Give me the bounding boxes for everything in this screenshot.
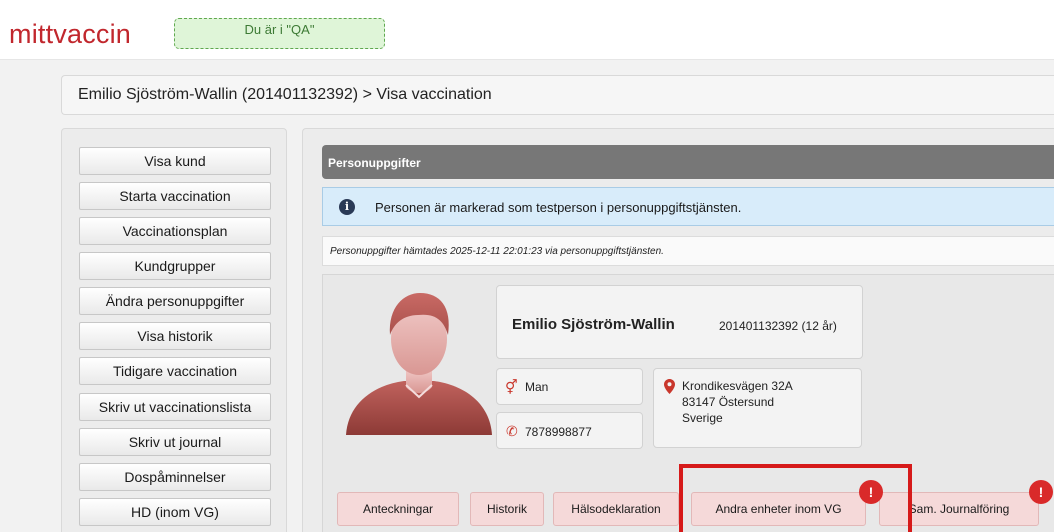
gender-icon: ⚥ bbox=[505, 379, 518, 395]
address-country: Sverige bbox=[682, 411, 723, 425]
avatar bbox=[346, 293, 492, 435]
address-line1: Krondikesvägen 32A bbox=[682, 379, 793, 393]
andra-personuppgifter-button[interactable]: Ändra personuppgifter bbox=[79, 287, 271, 315]
tab-halsodeklaration[interactable]: Hälsodeklaration bbox=[553, 492, 679, 526]
starta-vaccination-button[interactable]: Starta vaccination bbox=[79, 182, 271, 210]
gender-value: Man bbox=[525, 380, 549, 394]
gender-box: ⚥ Man bbox=[496, 368, 643, 405]
highlight-frame bbox=[679, 464, 912, 532]
tab-anteckningar[interactable]: Anteckningar bbox=[337, 492, 459, 526]
phone-icon: ✆ bbox=[506, 423, 518, 439]
alert-badge: ! bbox=[1029, 480, 1053, 504]
address-line2: 83147 Östersund bbox=[682, 395, 775, 409]
address-box: Krondikesvägen 32A 83147 Östersund Sveri… bbox=[653, 368, 862, 448]
kundgrupper-button[interactable]: Kundgrupper bbox=[79, 252, 271, 280]
location-pin-icon bbox=[664, 379, 675, 394]
tidigare-vaccination-button[interactable]: Tidigare vaccination bbox=[79, 357, 271, 385]
phone-value: 7878998877 bbox=[525, 425, 592, 439]
skriv-ut-vaccinationslista-button[interactable]: Skriv ut vaccinationslista bbox=[79, 393, 271, 421]
visa-historik-button[interactable]: Visa historik bbox=[79, 322, 271, 350]
environment-badge: Du är i "QA" bbox=[174, 18, 385, 49]
person-name: Emilio Sjöström-Wallin bbox=[512, 316, 675, 333]
vaccinationsplan-button[interactable]: Vaccinationsplan bbox=[79, 217, 271, 245]
phone-box: ✆ 7878998877 bbox=[496, 412, 643, 449]
hd-inom-vg-button[interactable]: HD (inom VG) bbox=[79, 498, 271, 526]
info-icon: i bbox=[339, 199, 355, 215]
dospaminnelser-button[interactable]: Dospåminnelser bbox=[79, 463, 271, 491]
info-message: Personen är markerad som testperson i pe… bbox=[375, 200, 742, 215]
section-title: Personuppgifter bbox=[322, 145, 1054, 179]
breadcrumb: Emilio Sjöström-Wallin (201401132392) > … bbox=[61, 75, 1054, 115]
mittvaccin-logo[interactable]: mittvaccin bbox=[9, 17, 131, 51]
person-id-age: 201401132392 (12 år) bbox=[719, 319, 837, 333]
sidebar: Visa kund Starta vaccination Vaccination… bbox=[61, 128, 287, 532]
tab-historik[interactable]: Historik bbox=[470, 492, 544, 526]
name-box: Emilio Sjöström-Wallin 201401132392 (12 … bbox=[496, 285, 863, 359]
skriv-ut-journal-button[interactable]: Skriv ut journal bbox=[79, 428, 271, 456]
top-bar: mittvaccin Du är i "QA" bbox=[0, 0, 1054, 60]
info-banner: i Personen är markerad som testperson i … bbox=[322, 187, 1054, 226]
fetched-note: Personuppgifter hämtades 2025-12-11 22:0… bbox=[322, 236, 1054, 266]
visa-kund-button[interactable]: Visa kund bbox=[79, 147, 271, 175]
main-panel: Personuppgifter i Personen är markerad s… bbox=[302, 128, 1054, 532]
